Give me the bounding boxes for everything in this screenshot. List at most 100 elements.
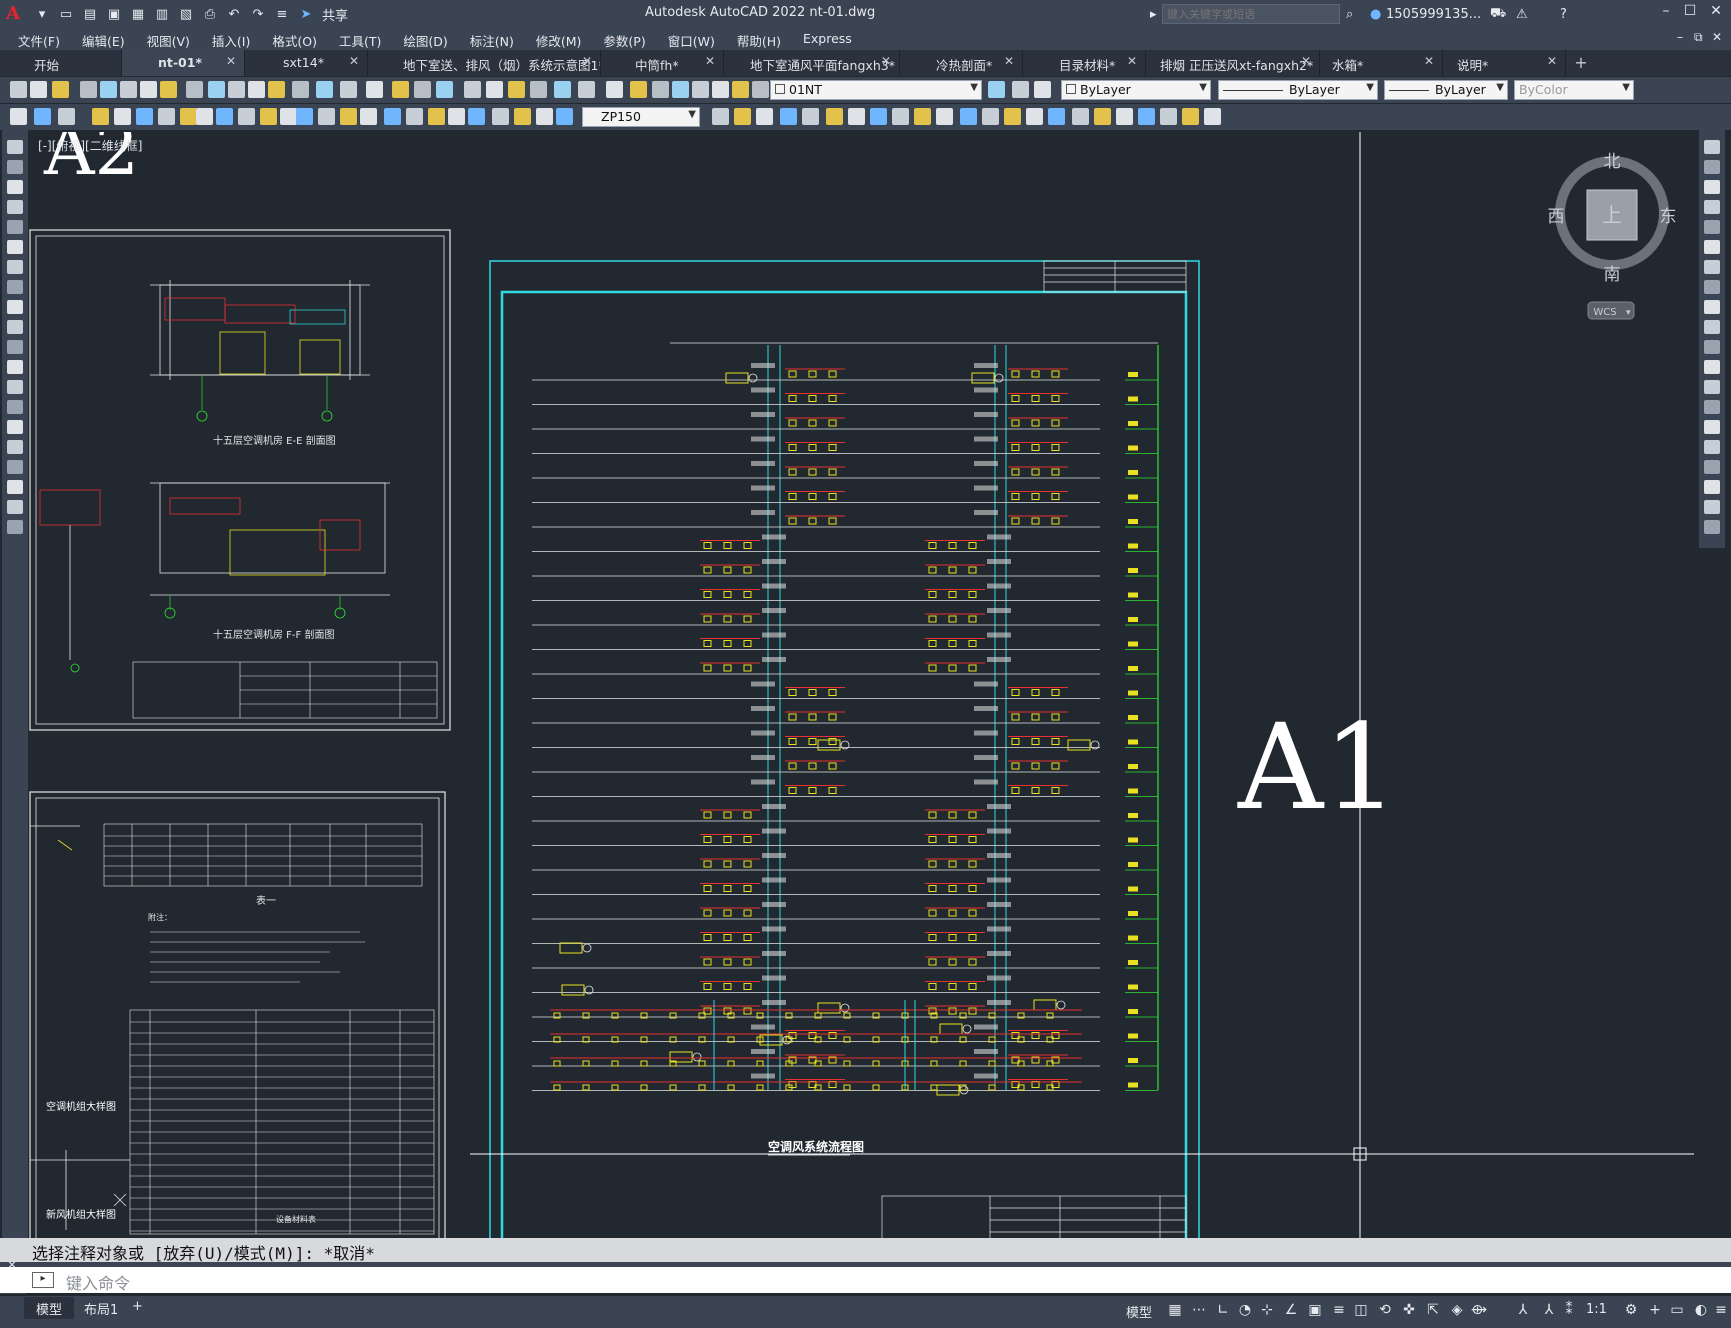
quick-dim-icon[interactable] [196,108,213,125]
3d-print-icon[interactable] [140,81,157,98]
dim-continue-icon[interactable] [238,108,255,125]
save-icon[interactable]: ▣ [104,4,124,24]
open-file-icon[interactable]: ▤ [80,4,100,24]
dim-linear-icon[interactable] [10,108,27,125]
table-icon[interactable] [7,480,23,494]
offset-icon[interactable] [492,108,509,125]
menu-edit[interactable]: 编辑(E) [82,28,125,50]
chamfer-icon[interactable] [848,108,865,125]
design-center-icon[interactable] [436,81,453,98]
menu-window[interactable]: 窗口(W) [668,28,715,50]
new-file-icon[interactable]: ▭ [56,4,76,24]
auto-scale-icon[interactable]: ⅄ [1540,1302,1558,1320]
array-icon[interactable] [514,108,531,125]
tolerance-icon[interactable] [1204,108,1221,125]
properties-icon[interactable] [1704,520,1720,534]
dim-radius-icon[interactable] [1004,108,1021,125]
properties-icon[interactable] [414,81,431,98]
tab-heating-section[interactable]: 冷热剖面* ✕ [900,50,1023,76]
make-current-icon[interactable] [692,81,709,98]
menu-help[interactable]: 帮助(H) [737,28,781,50]
menu-dimension[interactable]: 标注(N) [470,28,514,50]
tab-close-icon[interactable]: ✕ [881,54,891,68]
dim-ordinate-icon[interactable] [92,108,109,125]
dim-space-icon[interactable] [260,108,277,125]
layer-lock-icon[interactable] [652,81,669,98]
menu-file[interactable]: 文件(F) [18,28,60,50]
zoom-previous-icon[interactable] [392,81,409,98]
copy-obj-icon[interactable] [448,108,465,125]
redo-icon[interactable]: ↷ [248,4,268,24]
revision-cloud-icon[interactable] [7,280,23,294]
tab-smoke-exhaust[interactable]: 排烟 正压送风xt-fangxh2* ✕ [1146,50,1320,76]
extend-icon[interactable] [1704,340,1720,354]
menu-draw[interactable]: 绘图(D) [403,28,447,50]
menu-format[interactable]: 格式(O) [272,28,317,50]
autodesk-account-icon[interactable]: ⚠ [1516,4,1528,24]
drawing-canvas[interactable]: A2 十五层空调机房 E-E 剖面图 十五层空调机房 F-F 剖面图 表一 附注… [28,132,1694,1238]
tab-catalog[interactable]: 目录材料* ✕ [1023,50,1146,76]
pan-icon[interactable] [316,81,333,98]
tab-notes[interactable]: 说明* ✕ [1443,50,1566,76]
workspace-icon[interactable]: ⚙ [1622,1302,1640,1320]
fillet-icon[interactable] [870,108,887,125]
isolate-objects-icon[interactable]: ◐ [1692,1302,1710,1320]
search-input[interactable] [1162,4,1340,24]
insert-block-icon[interactable] [7,360,23,374]
dim-update-icon[interactable] [360,108,377,125]
tab-close-icon[interactable]: ✕ [1424,54,1434,68]
menu-insert[interactable]: 插入(I) [212,28,250,50]
selection-filter-icon[interactable]: ◈ [1448,1302,1466,1320]
new-tab-button[interactable]: + [1566,50,1596,76]
user-name[interactable]: 1505999135... [1386,4,1481,24]
menu-tools[interactable]: 工具(T) [339,28,381,50]
dim-linear-icon[interactable] [914,108,931,125]
move-icon[interactable] [536,108,553,125]
cut-icon[interactable] [160,81,177,98]
command-recent-icon[interactable]: ▸ [32,1272,54,1288]
tab-nt-01[interactable]: nt-01* ✕ [122,50,245,76]
layer-properties-icon[interactable] [578,81,595,98]
customization-icon[interactable]: ≡ [1712,1302,1730,1320]
dim-style-icon[interactable] [428,108,445,125]
copy-icon[interactable] [1704,160,1720,174]
offset-icon[interactable] [1704,200,1720,214]
break-icon[interactable] [1704,380,1720,394]
markup-icon[interactable] [508,81,525,98]
tab-start[interactable]: 开始 [0,50,122,76]
rectangle-icon[interactable] [7,220,23,234]
tab-close-icon[interactable]: ✕ [1301,54,1311,68]
tab-core-fh[interactable]: 中筒fh* ✕ [601,50,724,76]
compass-east[interactable]: 东 [1660,207,1677,227]
compass-south[interactable]: 南 [1604,265,1621,285]
zoom-icon[interactable] [340,81,357,98]
break-icon[interactable] [802,108,819,125]
calculator-icon[interactable] [530,81,547,98]
dim-diameter-icon[interactable] [1048,108,1065,125]
isodraft-icon[interactable]: ⊹ [1258,1302,1276,1320]
open-icon[interactable] [30,81,47,98]
array-icon[interactable] [1704,220,1720,234]
doc-close-icon[interactable]: ✕ [1712,30,1722,44]
3d-osnap-icon[interactable]: ✜ [1400,1302,1418,1320]
compass-west[interactable]: 西 [1548,207,1565,227]
chamfer-icon[interactable] [1704,420,1720,434]
ortho-icon[interactable]: ∟ [1214,1302,1232,1320]
object-snap-icon[interactable]: ▣ [1306,1302,1324,1320]
erase-icon[interactable] [1704,140,1720,154]
layer-walk-icon[interactable] [752,81,769,98]
dim-angular-icon[interactable] [180,108,197,125]
tab-water-tank[interactable]: 水箱* ✕ [1320,50,1443,76]
layer-freeze-icon[interactable] [630,81,647,98]
paste-icon[interactable] [208,81,225,98]
maximize-icon[interactable]: ☐ [1678,3,1702,25]
mirror-icon[interactable] [468,108,485,125]
doc-minimize-icon[interactable]: – [1677,30,1683,44]
block-editor-icon[interactable] [248,81,265,98]
gizmo-icon[interactable]: ⟴ [1470,1302,1488,1320]
spline-icon[interactable] [7,300,23,314]
compass-north[interactable]: 北 [1604,152,1621,172]
open-web-icon[interactable]: ▥ [152,4,172,24]
tab-close-icon[interactable]: ✕ [1547,54,1557,68]
circle-icon[interactable] [7,260,23,274]
